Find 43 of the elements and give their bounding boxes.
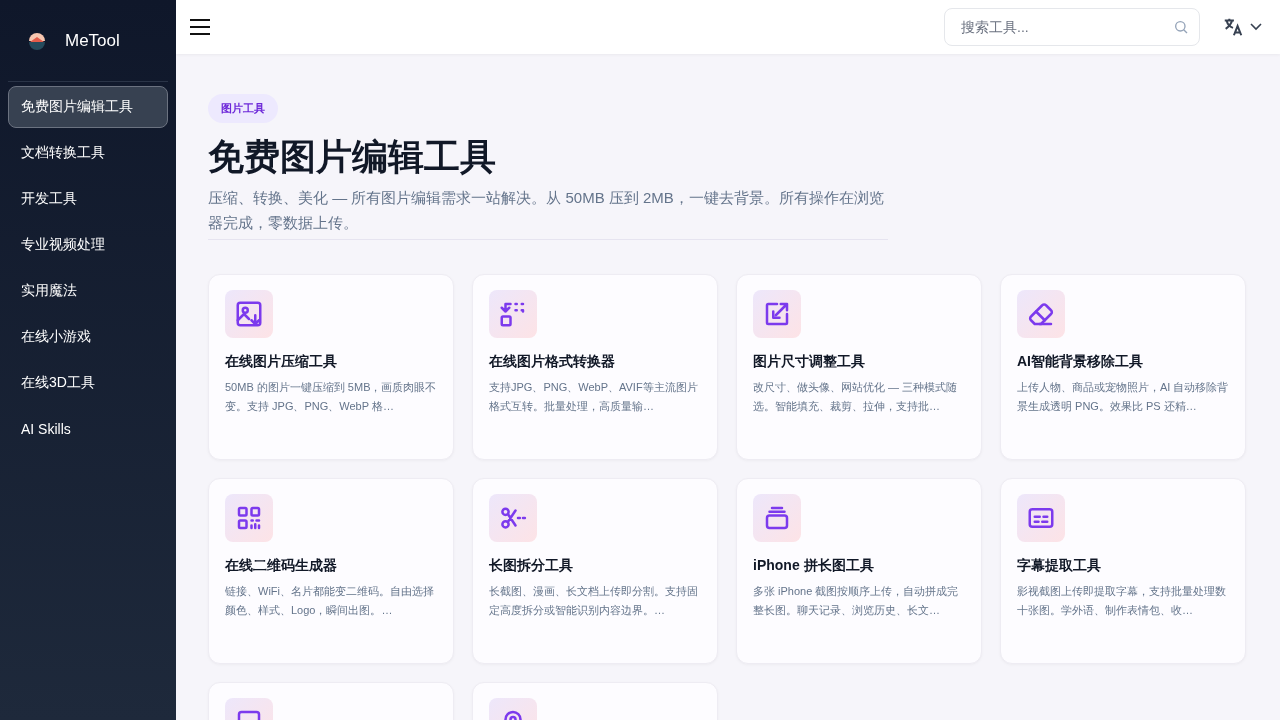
tool-card[interactable]: AI智能背景移除工具 上传人物、商品或宠物照片，AI 自动移除背景生成透明 PNG。效果比 PS 还精… xyxy=(1000,274,1246,460)
sidebar-item[interactable]: 在线3D工具 xyxy=(8,362,168,404)
card-title: 长图拆分工具 xyxy=(489,556,574,574)
card-description: 改尺寸、做头像、网站优化 — 三种模式随选。智能填充、裁剪、拉伸，支持批… xyxy=(753,380,959,414)
card-description: 上传人物、商品或宠物照片，AI 自动移除背景生成透明 PNG。效果比 PS 还精… xyxy=(1017,380,1229,414)
page-description: 压缩、转换、美化 — 所有图片编辑需求一站解决。从 50MB 压到 2MB，一键去背景。所有操作在浏览器完成，零数据上传。 xyxy=(208,185,888,240)
tool-card[interactable]: iPhone 拼长图工具 多张 iPhone 截图按顺序上传，自动拼成完整长图。聊天记录、浏览历史、长文… xyxy=(736,478,982,664)
sidebar-item[interactable]: AI Skills xyxy=(8,408,168,450)
tool-card[interactable]: 在线二维码生成器 链接、WiFi、名片都能变二维码。自由选择颜色、样式、Logo，瞬间出图。… xyxy=(208,478,454,664)
card-description: 长截图、漫画、长文档上传即分割。支持固定高度拆分或智能识别内容边界。… xyxy=(489,584,699,618)
chevron-down-icon xyxy=(1250,23,1262,31)
sidebar-item[interactable]: 专业视频处理 xyxy=(8,224,168,266)
card-description: 影视截图上传即提取字幕，支持批量处理数十张图。学外语、制作表情包、收… xyxy=(1017,584,1227,618)
card-title: 字幕提取工具 xyxy=(1017,556,1102,574)
brand-name: MeTool xyxy=(65,30,120,51)
card-title: iPhone 拼长图工具 xyxy=(753,556,875,574)
menu-button[interactable] xyxy=(190,19,210,35)
page-title: 免费图片编辑工具 xyxy=(208,135,497,179)
card-description: 多张 iPhone 截图按顺序上传，自动拼成完整长图。聊天记录、浏览历史、长文… xyxy=(753,584,960,618)
card-title: 在线图片压缩工具 xyxy=(225,352,338,370)
card-title: 在线二维码生成器 xyxy=(225,556,338,574)
card-title: 在线图片格式转换器 xyxy=(489,352,616,370)
tool-card[interactable]: 字幕提取工具 影视截图上传即提取字幕，支持批量处理数十张图。学外语、制作表情包、收… xyxy=(1000,478,1246,664)
card-description: 50MB 的图片一键压缩到 5MB，画质肉眼不变。支持 JPG、PNG、WebP 格… xyxy=(225,380,437,414)
sidebar-item[interactable]: 在线小游戏 xyxy=(8,316,168,358)
sidebar-item[interactable]: 实用魔法 xyxy=(8,270,168,312)
tool-card[interactable]: 图片尺寸调整工具 改尺寸、做头像、网站优化 — 三种模式随选。智能填充、裁剪、拉伸，支持批… xyxy=(736,274,982,460)
card-title: AI智能背景移除工具 xyxy=(1017,352,1144,370)
search-icon xyxy=(1173,19,1189,35)
tool-card[interactable]: 在线图片压缩工具 50MB 的图片一键压缩到 5MB，画质肉眼不变。支持 JPG、PNG、WebP 格… xyxy=(208,274,454,460)
sidebar-item[interactable]: 免费图片编辑工具 xyxy=(8,86,168,128)
logo-icon xyxy=(27,31,47,50)
sidebar-item[interactable]: 文档转换工具 xyxy=(8,132,168,174)
card-title: 图片尺寸调整工具 xyxy=(753,352,866,370)
sidebar-item[interactable]: 开发工具 xyxy=(8,178,168,220)
search-field[interactable]: 搜索工具... xyxy=(944,8,1200,46)
tool-card[interactable]: 长图拆分工具 长截图、漫画、长文档上传即分割。支持固定高度拆分或智能识别内容边界。… xyxy=(472,478,718,664)
translate-icon xyxy=(1222,16,1244,38)
card-description: 链接、WiFi、名片都能变二维码。自由选择颜色、样式、Logo，瞬间出图。… xyxy=(225,584,435,618)
card-description: 支持JPG、PNG、WebP、AVIF等主流图片格式互转。批量处理，高质量输… xyxy=(489,380,699,414)
category-badge: 图片工具 xyxy=(208,94,278,123)
tool-card[interactable]: 在线图片格式转换器 支持JPG、PNG、WebP、AVIF等主流图片格式互转。批量处理，高质量输… xyxy=(472,274,718,460)
picture-download-icon xyxy=(234,299,264,329)
